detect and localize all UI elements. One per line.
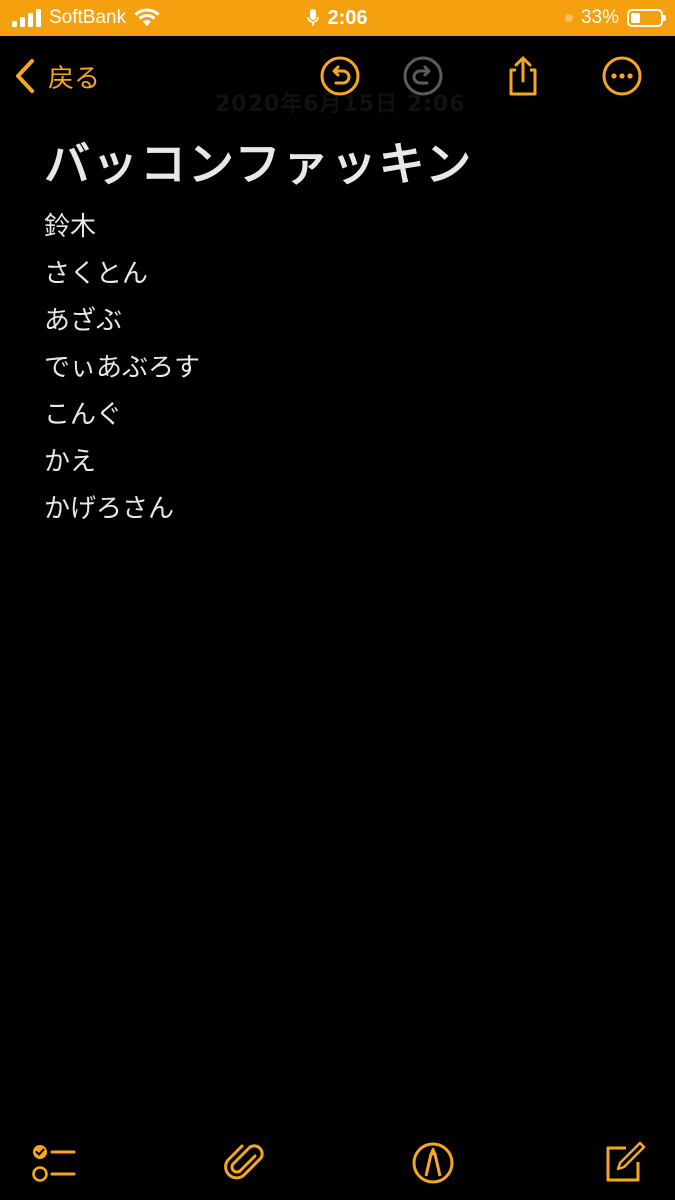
checklist-icon[interactable] (30, 1140, 76, 1186)
nav-bar: 2020年6月15日 2:06 戻る (0, 36, 675, 117)
status-time: 2:06 (327, 6, 368, 29)
wifi-icon (134, 8, 160, 26)
bottom-toolbar (0, 1120, 675, 1200)
markup-pen-icon[interactable] (410, 1140, 456, 1186)
microphone-icon (307, 9, 320, 26)
share-icon[interactable] (501, 54, 545, 98)
chevron-left-icon (16, 59, 34, 93)
note-line[interactable]: かえ (44, 439, 200, 486)
undo-icon[interactable] (318, 54, 362, 98)
note-line[interactable]: さくとん (44, 251, 200, 298)
note-line[interactable]: 鈴木 (44, 204, 200, 251)
note-line[interactable]: こんぐ (44, 392, 200, 439)
note-line[interactable]: あざぶ (44, 298, 200, 345)
battery-percent: 33% (580, 7, 619, 28)
battery-icon (627, 9, 666, 27)
more-icon[interactable] (600, 54, 644, 98)
note-line[interactable]: でぃあぶろす (44, 345, 200, 392)
cellular-signal-icon (12, 9, 41, 27)
paperclip-icon[interactable] (222, 1140, 268, 1186)
battery-level (631, 13, 640, 23)
compose-icon[interactable] (602, 1140, 648, 1186)
status-right: 33% (564, 0, 666, 36)
redo-icon[interactable] (401, 54, 445, 98)
location-indicator-icon (564, 14, 573, 22)
note-title[interactable]: バッコンファッキン (44, 128, 473, 194)
back-label: 戻る (48, 63, 101, 94)
carrier-name: SoftBank (49, 7, 127, 28)
back-button[interactable]: 戻る (14, 54, 100, 98)
status-left: SoftBank (12, 0, 160, 36)
note-body[interactable]: 鈴木 さくとん あざぶ でぃあぶろす こんぐ かえ かげろさん (44, 204, 200, 533)
status-bar: SoftBank 2:06 33% (0, 0, 675, 36)
note-line[interactable]: かげろさん (44, 486, 200, 533)
